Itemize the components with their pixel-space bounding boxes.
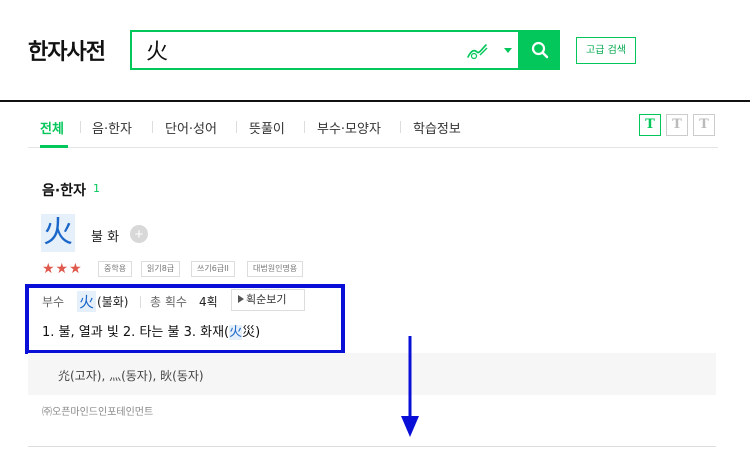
font-size-medium-button[interactable]: T: [666, 114, 688, 136]
related-characters-box: 灮(고자), 灬(동자), 炚(동자): [28, 353, 716, 395]
tab-all[interactable]: 전체: [40, 118, 64, 137]
tab-divider: [236, 121, 237, 133]
hanja-reading: 불 화: [91, 230, 120, 245]
active-tab-indicator: [40, 145, 68, 148]
add-to-wordbook-button[interactable]: +: [130, 225, 148, 243]
chevron-down-icon[interactable]: [504, 48, 512, 53]
search-input[interactable]: [146, 36, 446, 64]
font-size-small-button[interactable]: T: [639, 114, 661, 136]
tab-divider: [80, 121, 81, 133]
section-title: 음·한자: [42, 183, 86, 199]
annotation-highlight-box: [25, 284, 345, 354]
tab-bar: 전체 음·한자 단어·성어 뜻풀이 부수·모양자 학습정보: [28, 104, 718, 148]
scroll-down-arrow-icon: [401, 336, 419, 437]
advanced-search-button[interactable]: 고급 검색: [576, 37, 636, 64]
tab-sound-hanja[interactable]: 음·한자: [92, 118, 132, 137]
level-badge: 쓰기6급II: [191, 261, 235, 277]
font-size-large-button[interactable]: T: [693, 114, 715, 136]
tab-divider: [400, 121, 401, 133]
source-credit: ㈜오픈마인드인포테인먼트: [42, 407, 154, 418]
hanja-character-link[interactable]: 火: [41, 214, 75, 252]
tab-study-info[interactable]: 학습정보: [413, 118, 461, 137]
level-badge: 중학용: [98, 261, 133, 277]
handwriting-input-icon[interactable]: [465, 41, 489, 61]
tab-divider: [304, 121, 305, 133]
section-count: 1: [93, 182, 100, 195]
header-divider: [0, 100, 750, 102]
importance-stars: ★★★: [42, 261, 83, 277]
tab-divider: [152, 121, 153, 133]
search-box: [130, 30, 520, 70]
level-badge: 대법원인명용: [247, 261, 304, 277]
dictionary-logo[interactable]: 한자사전: [28, 34, 106, 66]
level-badge: 읽기8급: [141, 261, 181, 277]
search-icon: [531, 41, 549, 59]
section-divider: [28, 446, 716, 447]
tab-radical-shape[interactable]: 부수·모양자: [317, 118, 381, 137]
related-characters-text[interactable]: 灮(고자), 灬(동자), 炚(동자): [58, 367, 204, 384]
search-button[interactable]: [520, 30, 560, 70]
tab-meanings[interactable]: 뜻풀이: [249, 118, 285, 137]
tab-words-idioms[interactable]: 단어·성어: [165, 118, 217, 137]
